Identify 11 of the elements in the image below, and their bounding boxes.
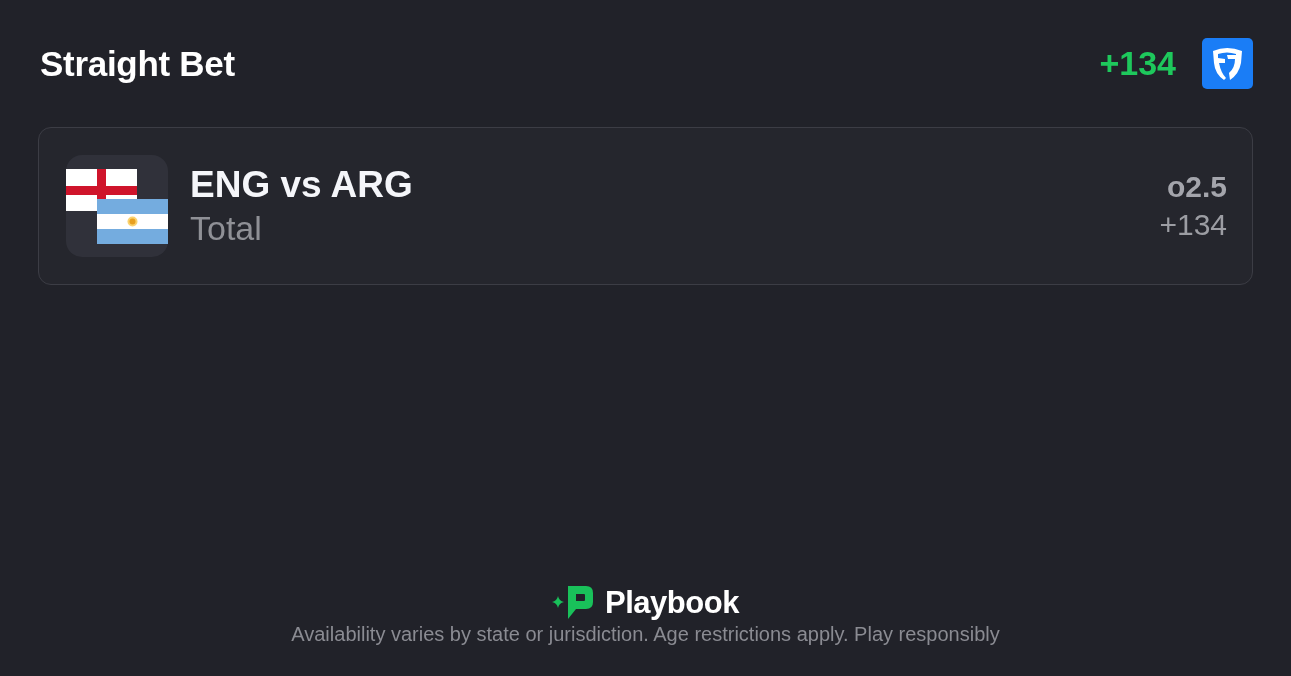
disclaimer-text: Availability varies by state or jurisdiction. Age restrictions apply. Play responsibly: [291, 623, 1000, 646]
brand-logo-icon: [552, 585, 595, 621]
market-label: Total: [190, 208, 262, 249]
matchup-title: ENG vs ARG: [190, 163, 413, 207]
bet-odds: +134: [1159, 207, 1227, 243]
bet-type-title: Straight Bet: [40, 43, 235, 84]
bet-line: o2.5: [1166, 169, 1227, 205]
odds-value: +134: [1099, 44, 1176, 83]
team-flags-icon: [66, 155, 168, 257]
brand-name: Playbook: [605, 585, 739, 621]
shield-logo-icon: [1202, 38, 1253, 89]
